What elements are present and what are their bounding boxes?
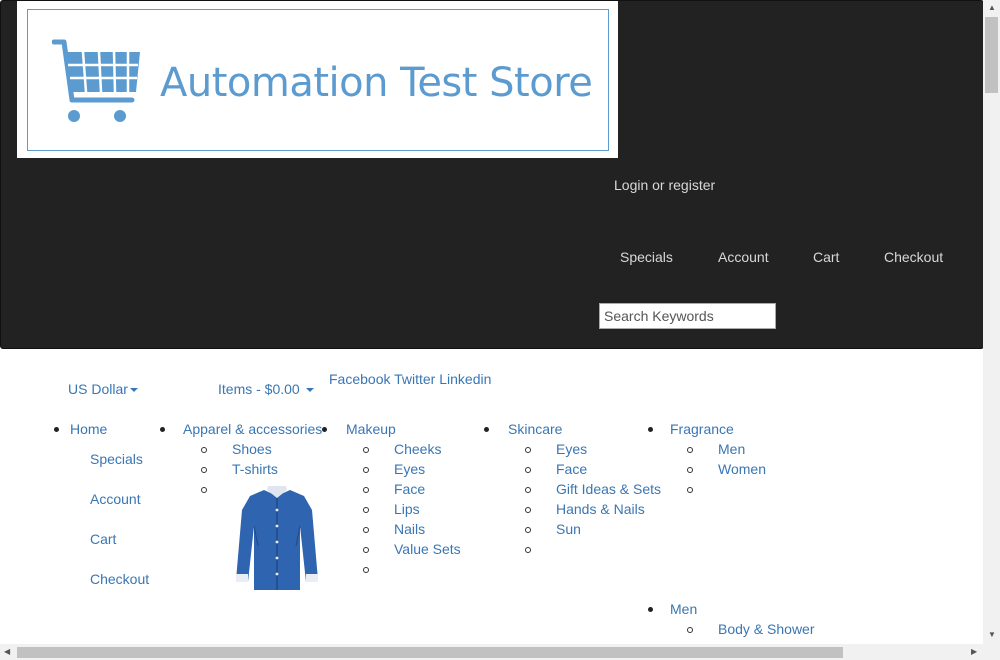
site-header: Automation Test Store Login or register … (0, 0, 984, 349)
topnav-checkout[interactable]: Checkout (878, 249, 943, 265)
cart-logo-icon (52, 39, 140, 122)
scroll-left-icon[interactable]: ◀ (4, 647, 10, 656)
list-circle (363, 507, 369, 513)
menu-makeup[interactable]: Makeup (346, 421, 396, 437)
menu-men-body-shower[interactable]: Body & Shower (718, 621, 815, 637)
menu-makeup-cheeks[interactable]: Cheeks (394, 441, 441, 457)
menu-makeup-value-sets[interactable]: Value Sets (394, 541, 461, 557)
logo-text: Automation Test Store (160, 60, 593, 106)
list-circle (201, 487, 207, 493)
menu-makeup-face[interactable]: Face (394, 481, 425, 497)
menu-home-cart[interactable]: Cart (86, 531, 116, 547)
menu-home-checkout[interactable]: Checkout (86, 571, 149, 587)
logo-frame: Automation Test Store (27, 9, 609, 151)
menu-home-account[interactable]: Account (86, 491, 141, 507)
menu-apparel[interactable]: Apparel & accessories (183, 421, 322, 437)
list-circle (363, 567, 369, 573)
horizontal-scrollbar[interactable]: ◀ ▶ (0, 644, 1000, 660)
social-links[interactable]: Facebook Twitter Linkedin (329, 371, 491, 387)
menu-skincare-hands-nails[interactable]: Hands & Nails (556, 501, 645, 517)
topnav-label: Account (718, 249, 769, 265)
currency-dropdown[interactable]: US Dollar (68, 381, 138, 397)
list-circle (525, 467, 531, 473)
menu-fragrance-women[interactable]: Women (718, 461, 766, 477)
search-input[interactable] (599, 303, 776, 329)
topnav-account[interactable]: Account (712, 249, 769, 265)
menu-apparel-shoes[interactable]: Shoes (232, 441, 272, 457)
menu-makeup-eyes[interactable]: Eyes (394, 461, 425, 477)
list-circle (363, 487, 369, 493)
horizontal-scroll-thumb[interactable] (17, 647, 843, 658)
topnav-specials[interactable]: Specials (614, 249, 673, 265)
menu-skincare-sun[interactable]: Sun (556, 521, 581, 537)
list-circle (201, 447, 207, 453)
list-circle (363, 467, 369, 473)
list-circle (525, 527, 531, 533)
list-circle (363, 447, 369, 453)
scroll-right-icon[interactable]: ▶ (971, 647, 977, 656)
list-circle (687, 467, 693, 473)
topnav-label: Specials (620, 249, 673, 265)
shirt-product-image[interactable] (234, 486, 320, 592)
list-circle (687, 487, 693, 493)
chevron-down-icon (129, 388, 138, 393)
list-circle (363, 547, 369, 553)
menu-fragrance[interactable]: Fragrance (670, 421, 734, 437)
topnav-label: Checkout (884, 249, 944, 265)
cart-items-dropdown[interactable]: Items - $0.00 (218, 381, 314, 397)
vertical-scrollbar[interactable]: ▲ ▼ (983, 0, 1000, 644)
list-circle (525, 447, 531, 453)
menu-skincare[interactable]: Skincare (508, 421, 562, 437)
menu-skincare-face[interactable]: Face (556, 461, 587, 477)
list-bullet (648, 607, 653, 612)
menu-men[interactable]: Men (670, 601, 697, 617)
vertical-scroll-thumb[interactable] (985, 17, 998, 93)
list-bullet (484, 427, 489, 432)
menu-home[interactable]: Home (70, 421, 107, 437)
menu-apparel-tshirts[interactable]: T-shirts (232, 461, 278, 477)
list-circle (687, 447, 693, 453)
cart-total-label: Items - $0.00 (218, 381, 300, 397)
list-circle (201, 467, 207, 473)
menu-skincare-eyes[interactable]: Eyes (556, 441, 587, 457)
list-circle (525, 487, 531, 493)
list-bullet (322, 427, 327, 432)
list-circle (687, 627, 693, 633)
list-circle (525, 507, 531, 513)
menu-skincare-gift-ideas[interactable]: Gift Ideas & Sets (556, 481, 661, 497)
menu-makeup-nails[interactable]: Nails (394, 521, 425, 537)
currency-label: US Dollar (68, 381, 128, 397)
list-circle (525, 547, 531, 553)
menu-fragrance-men[interactable]: Men (718, 441, 745, 457)
list-bullet (54, 427, 59, 432)
topnav-cart[interactable]: Cart (807, 249, 839, 265)
menu-makeup-lips[interactable]: Lips (394, 501, 420, 517)
chevron-down-icon (305, 388, 314, 393)
scroll-up-icon[interactable]: ▲ (988, 3, 996, 12)
scroll-down-icon[interactable]: ▼ (988, 630, 996, 639)
store-logo[interactable]: Automation Test Store (17, 1, 618, 158)
list-bullet (648, 427, 653, 432)
menu-home-specials[interactable]: Specials (86, 451, 143, 467)
list-bullet (160, 427, 165, 432)
topnav-label: Cart (813, 249, 840, 265)
login-register-link[interactable]: Login or register (614, 177, 715, 193)
list-circle (363, 527, 369, 533)
